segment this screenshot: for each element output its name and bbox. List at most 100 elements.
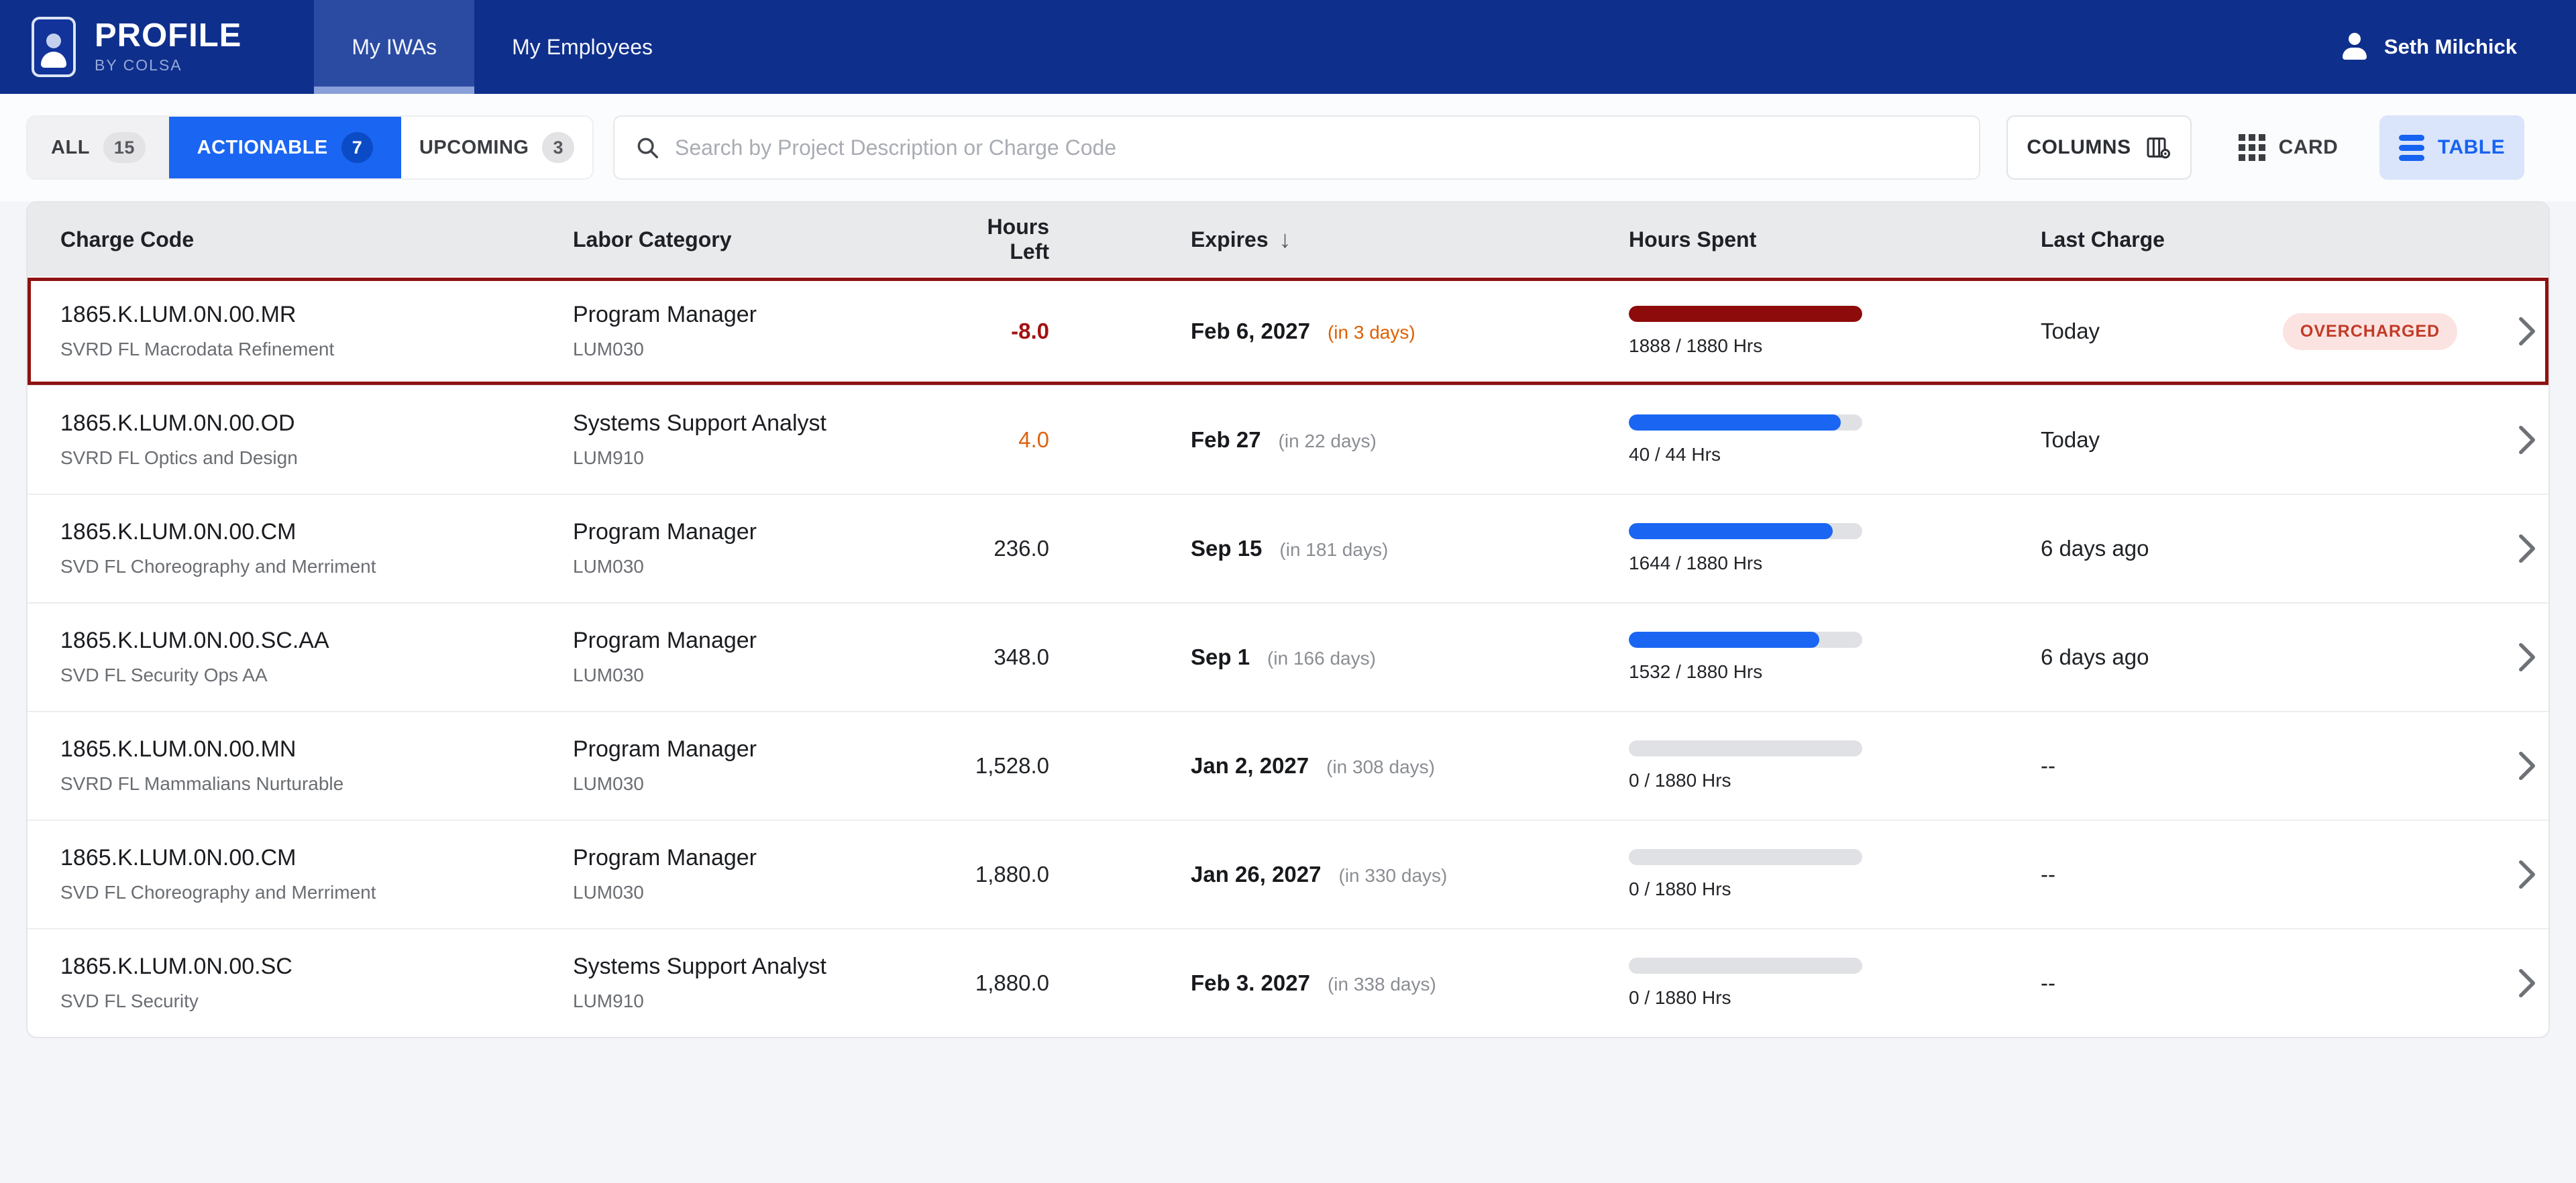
search-input[interactable] — [675, 135, 1959, 160]
user-menu[interactable]: Seth Milchick — [2340, 0, 2517, 94]
row-chevron-icon[interactable] — [2505, 968, 2548, 999]
page-content: Charge Code Labor Category Hours Left Ex… — [0, 201, 2576, 1183]
expires-date: Feb 27 — [1191, 427, 1261, 453]
labor-code: LUM030 — [573, 665, 949, 686]
tab-my-iwas[interactable]: My IWAs — [314, 0, 474, 94]
hours-spent-cell: 0 / 1880 Hrs — [1627, 849, 2041, 900]
hours-left-value: 1,880.0 — [949, 970, 1049, 996]
hours-spent-cell: 0 / 1880 Hrs — [1627, 740, 2041, 791]
expires-countdown: (in 3 days) — [1328, 322, 1415, 343]
last-charge: -- — [2041, 753, 2235, 779]
expires-cell: Feb 6, 2027 (in 3 days) — [1049, 319, 1627, 344]
labor-code: LUM030 — [573, 339, 949, 360]
labor-category: Program Manager — [573, 737, 949, 762]
header-labor-category[interactable]: Labor Category — [573, 227, 949, 252]
header-hours-left[interactable]: Hours Left — [949, 215, 1049, 264]
row-chevron-icon[interactable] — [2505, 533, 2548, 564]
header-expires[interactable]: Expires ↓ — [1049, 225, 1627, 253]
last-charge: Today — [2041, 427, 2235, 453]
expires-cell: Jan 26, 2027 (in 330 days) — [1049, 862, 1627, 887]
row-chevron-icon[interactable] — [2505, 859, 2548, 890]
expires-countdown: (in 338 days) — [1328, 974, 1436, 995]
hours-spent-cell: 1532 / 1880 Hrs — [1627, 632, 2041, 683]
row-chevron-icon[interactable] — [2505, 425, 2548, 455]
hours-progress-bar — [1629, 523, 1862, 539]
card-view-button[interactable]: CARD — [2229, 115, 2347, 180]
last-charge: 6 days ago — [2041, 644, 2235, 670]
labor-code: LUM910 — [573, 991, 949, 1012]
expires-cell: Feb 3. 2027 (in 338 days) — [1049, 970, 1627, 996]
tab-my-employees[interactable]: My Employees — [474, 0, 690, 94]
charge-code: 1865.K.LUM.0N.00.MR — [60, 302, 573, 327]
charge-code: 1865.K.LUM.0N.00.CM — [60, 520, 573, 545]
hours-spent-label: 40 / 44 Hrs — [1629, 444, 2041, 465]
hours-left-value: 1,528.0 — [949, 753, 1049, 779]
columns-button-label: COLUMNS — [2027, 136, 2131, 159]
expires-date: Feb 3. 2027 — [1191, 970, 1310, 996]
table-row[interactable]: 1865.K.LUM.0N.00.MR SVRD FL Macrodata Re… — [28, 276, 2548, 385]
expires-cell: Jan 2, 2027 (in 308 days) — [1049, 753, 1627, 779]
hours-spent-label: 0 / 1880 Hrs — [1629, 987, 2041, 1009]
project-description: SVD FL Security — [60, 991, 573, 1012]
table-row[interactable]: 1865.K.LUM.0N.00.CM SVD FL Choreography … — [28, 820, 2548, 928]
hours-left-value: 1,880.0 — [949, 862, 1049, 887]
row-chevron-icon[interactable] — [2505, 750, 2548, 781]
row-chevron-icon[interactable] — [2505, 316, 2548, 347]
hours-progress-bar — [1629, 306, 1862, 322]
filter-all[interactable]: ALL 15 — [28, 117, 169, 178]
filter-segmented-control: ALL 15 ACTIONABLE 7 UPCOMING 3 — [26, 115, 594, 180]
header-last-charge[interactable]: Last Charge — [2041, 227, 2235, 252]
charge-code: 1865.K.LUM.0N.00.CM — [60, 846, 573, 870]
card-grid-icon — [2239, 134, 2265, 161]
hours-spent-label: 1532 / 1880 Hrs — [1629, 661, 2041, 683]
table-view-button[interactable]: TABLE — [2379, 115, 2524, 180]
labor-category: Program Manager — [573, 846, 949, 870]
charge-code-cell: 1865.K.LUM.0N.00.MN SVRD FL Mammalians N… — [60, 737, 573, 794]
header-hours-spent[interactable]: Hours Spent — [1627, 227, 2041, 252]
charge-code-cell: 1865.K.LUM.0N.00.SC.AA SVD FL Security O… — [60, 628, 573, 685]
project-description: SVD FL Choreography and Merriment — [60, 556, 573, 577]
labor-category-cell: Program Manager LUM030 — [573, 302, 949, 359]
header-charge-code[interactable]: Charge Code — [60, 227, 573, 252]
labor-category: Systems Support Analyst — [573, 411, 949, 436]
search-icon — [635, 135, 660, 160]
expires-date: Jan 2, 2027 — [1191, 753, 1309, 779]
app-logo: PROFILE BY COLSA — [32, 0, 241, 94]
table-row[interactable]: 1865.K.LUM.0N.00.SC.AA SVD FL Security O… — [28, 602, 2548, 711]
charge-code-cell: 1865.K.LUM.0N.00.MR SVRD FL Macrodata Re… — [60, 302, 573, 359]
table-row[interactable]: 1865.K.LUM.0N.00.CM SVD FL Choreography … — [28, 494, 2548, 602]
table-row[interactable]: 1865.K.LUM.0N.00.OD SVRD FL Optics and D… — [28, 385, 2548, 494]
labor-code: LUM910 — [573, 447, 949, 469]
last-charge: -- — [2041, 862, 2235, 887]
table-button-label: TABLE — [2438, 136, 2505, 159]
hours-spent-label: 1888 / 1880 Hrs — [1629, 335, 2041, 357]
filter-actionable[interactable]: ACTIONABLE 7 — [169, 117, 401, 178]
filter-upcoming-label: UPCOMING — [419, 137, 529, 159]
labor-category-cell: Systems Support Analyst LUM910 — [573, 954, 949, 1011]
charge-code: 1865.K.LUM.0N.00.SC.AA — [60, 628, 573, 653]
table-body: 1865.K.LUM.0N.00.MR SVRD FL Macrodata Re… — [28, 276, 2548, 1037]
expires-cell: Sep 1 (in 166 days) — [1049, 644, 1627, 670]
table-row[interactable]: 1865.K.LUM.0N.00.SC SVD FL Security Syst… — [28, 928, 2548, 1037]
filter-actionable-label: ACTIONABLE — [197, 137, 328, 159]
labor-code: LUM030 — [573, 773, 949, 795]
filter-upcoming[interactable]: UPCOMING 3 — [401, 117, 592, 178]
columns-button[interactable]: COLUMNS — [2006, 115, 2192, 180]
sort-descending-icon: ↓ — [1279, 225, 1291, 253]
charge-code-cell: 1865.K.LUM.0N.00.CM SVD FL Choreography … — [60, 520, 573, 577]
filter-actionable-count: 7 — [341, 132, 374, 163]
row-chevron-icon[interactable] — [2505, 642, 2548, 673]
last-charge: -- — [2041, 970, 2235, 996]
hours-spent-cell: 0 / 1880 Hrs — [1627, 958, 2041, 1009]
labor-category-cell: Program Manager LUM030 — [573, 520, 949, 577]
last-charge: 6 days ago — [2041, 536, 2235, 561]
hours-progress-bar — [1629, 958, 1862, 974]
project-description: SVD FL Security Ops AA — [60, 665, 573, 686]
labor-category-cell: Systems Support Analyst LUM910 — [573, 411, 949, 468]
expires-countdown: (in 22 days) — [1279, 431, 1377, 452]
user-name: Seth Milchick — [2384, 35, 2517, 59]
charge-code-cell: 1865.K.LUM.0N.00.OD SVRD FL Optics and D… — [60, 411, 573, 468]
last-charge: Today — [2041, 319, 2235, 344]
table-row[interactable]: 1865.K.LUM.0N.00.MN SVRD FL Mammalians N… — [28, 711, 2548, 820]
labor-category-cell: Program Manager LUM030 — [573, 846, 949, 903]
